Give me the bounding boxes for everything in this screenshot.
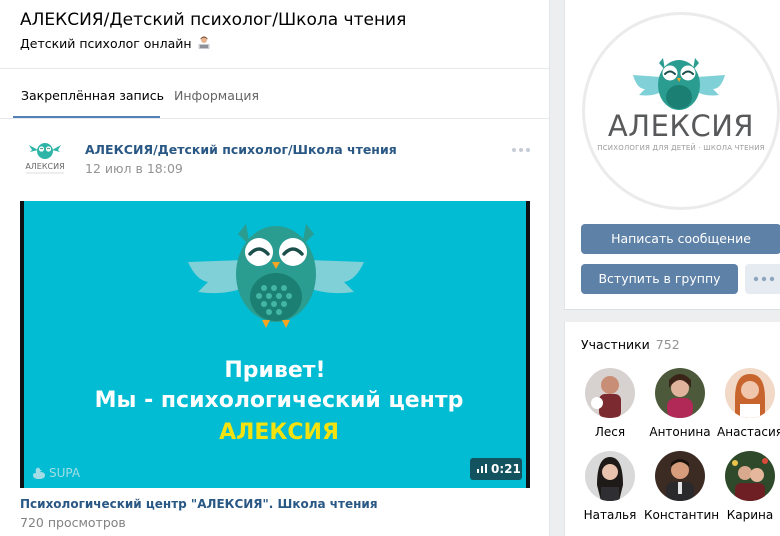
members-card: Участники 752 Леся Антонина Анастасия На… [564,322,780,536]
owl-mascot-icon [188,224,364,328]
members-count: 752 [655,337,680,352]
group-status-text: Детский психолог онлайн [20,36,192,51]
member-name: Константин [644,508,720,522]
more-actions-button[interactable] [745,264,780,294]
member-avatar [585,368,635,418]
more-dots-icon [753,276,775,282]
member-avatar [655,368,705,418]
tab-pinned-post[interactable]: Закреплённая запись [21,88,164,103]
group-profile-card: АЛЕКСИЯ ПСИХОЛОГИЯ ДЛЯ ДЕТЕЙ · ШКОЛА ЧТЕ… [564,0,780,310]
logo-tagline-text: ПСИХОЛОГИЯ ДЛЯ ДЕТЕЙ · ШКОЛА ЧТЕНИЯ [597,144,765,152]
member-name: Антонина [649,425,711,439]
member-item[interactable]: Наталья [574,451,646,522]
member-avatar [725,368,775,418]
join-group-button[interactable]: Вступить в группу [581,264,738,294]
member-avatar [655,451,705,501]
member-item[interactable]: Леся [574,368,646,439]
member-name: Леся [594,425,626,439]
video-caption-line3: АЛЕКСИЯ [219,420,339,445]
member-name: Карина [726,508,774,522]
video-views: 720 просмотров [20,515,126,530]
avatar-logo-text: АЛЕКСИЯ [25,162,64,171]
member-avatar [725,451,775,501]
members-header[interactable]: Участники 752 [581,337,680,352]
group-status: Детский психолог онлайн [20,36,211,51]
supa-watermark: SUPA [32,466,80,480]
post-author-link[interactable]: АЛЕКСИЯ/Детский психолог/Школа чтения [85,142,397,157]
member-name: Анастасия [717,425,780,439]
tabs-bar: Закреплённая запись Информация [0,69,550,119]
video-caption-line2: Мы - психологический центр [94,388,464,413]
send-message-button[interactable]: Написать сообщение [581,224,780,254]
members-label: Участники [581,337,650,352]
member-name: Наталья [583,508,637,522]
owl-logo-icon [29,143,61,159]
active-tab-indicator [13,116,160,118]
post-date[interactable]: 12 июл в 18:09 [85,161,183,176]
member-item[interactable]: Карина [714,451,780,522]
owl-logo-icon [633,58,725,110]
duck-icon [33,467,45,479]
video-duration-badge: 0:21 [470,458,522,480]
supa-watermark-text: SUPA [49,466,81,480]
member-avatar [585,451,635,501]
video-duration-text: 0:21 [491,462,521,476]
video-player[interactable]: Привет! Мы - психологический центр АЛЕКС… [20,201,530,488]
tab-information[interactable]: Информация [174,88,259,103]
member-item[interactable]: Антонина [644,368,716,439]
main-column: АЛЕКСИЯ/Детский психолог/Школа чтения Де… [0,0,550,536]
more-options-icon[interactable] [510,144,532,156]
logo-name-text: АЛЕКСИЯ [607,109,755,143]
video-caption-line1: Привет! [224,358,326,383]
group-title: АЛЕКСИЯ/Детский психолог/Школа чтения [20,10,407,30]
person-at-laptop-icon [198,36,210,49]
post-author-avatar[interactable]: АЛЕКСИЯ [20,138,70,178]
group-logo[interactable]: АЛЕКСИЯ ПСИХОЛОГИЯ ДЛЯ ДЕТЕЙ · ШКОЛА ЧТЕ… [582,12,780,210]
member-item[interactable]: Анастасия [714,368,780,439]
member-item[interactable]: Константин [644,451,720,522]
signal-bars-icon [477,464,487,473]
video-title-link[interactable]: Психологический центр "АЛЕКСИЯ". Школа ч… [20,497,378,511]
